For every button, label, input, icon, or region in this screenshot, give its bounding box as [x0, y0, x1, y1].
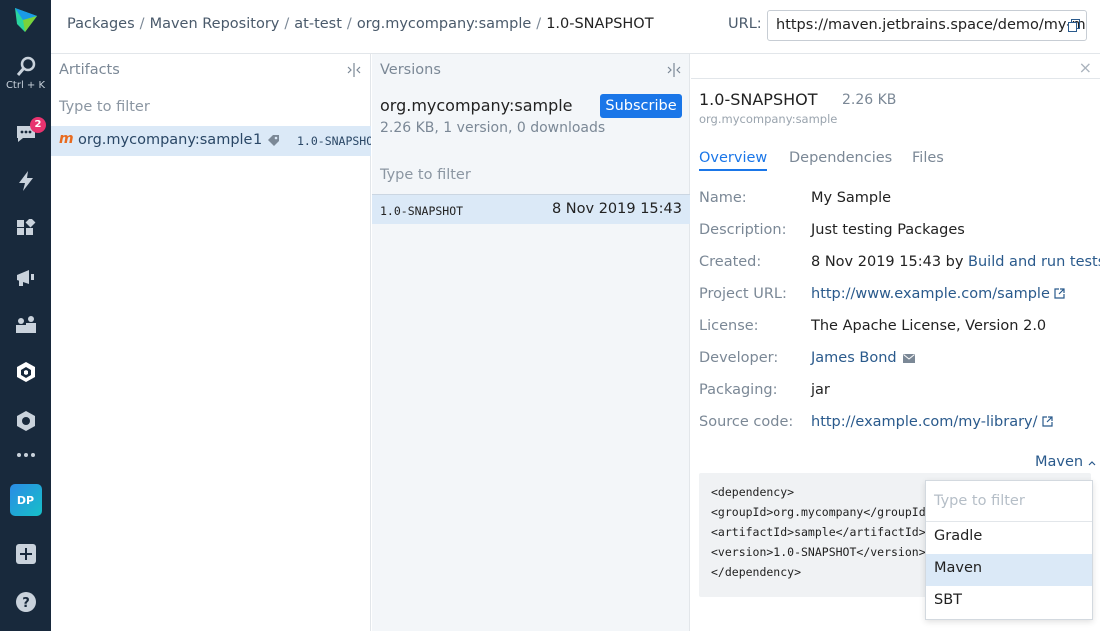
- add-icon[interactable]: [0, 543, 51, 565]
- breadcrumb-separator: /: [284, 16, 290, 32]
- top-bar: Packages / Maven Repository / at-test / org.my…: [51, 0, 1100, 54]
- lightning-icon[interactable]: [0, 170, 51, 192]
- breadcrumb-item[interactable]: org.mycompany:sample: [357, 16, 531, 32]
- settings-hex-icon[interactable]: [0, 410, 51, 432]
- close-icon[interactable]: ×: [1079, 58, 1092, 77]
- developer-link[interactable]: James Bond: [811, 350, 897, 366]
- packaging-value: jar: [811, 382, 830, 398]
- mail-icon[interactable]: [902, 351, 915, 367]
- help-icon[interactable]: ?: [0, 591, 51, 613]
- breadcrumb-separator: /: [536, 16, 542, 32]
- source-code-label: Source code:: [699, 414, 794, 430]
- developer-label: Developer:: [699, 350, 779, 366]
- collapse-panel-icon[interactable]: [344, 62, 364, 78]
- versions-filter-input[interactable]: Type to filter: [380, 167, 471, 183]
- breadcrumb-current: 1.0-SNAPSHOT: [546, 16, 654, 32]
- package-name: org.mycompany:sample: [380, 96, 573, 115]
- tab-overview[interactable]: Overview: [699, 150, 768, 171]
- breadcrumb-item[interactable]: at-test: [294, 16, 342, 32]
- versions-title: Versions: [380, 62, 441, 78]
- option-sbt[interactable]: SBT: [926, 586, 1092, 618]
- version-name: 1.0-SNAPSHOT: [380, 204, 464, 218]
- external-link-icon[interactable]: [1041, 415, 1053, 431]
- project-url-label: Project URL:: [699, 286, 787, 302]
- packages-icon[interactable]: [0, 361, 51, 383]
- description-label: Description:: [699, 222, 787, 238]
- created-value: 8 Nov 2019 15:43 by Build and run tests: [811, 254, 1100, 270]
- tab-files[interactable]: Files: [912, 150, 944, 166]
- svg-text:?: ?: [22, 596, 30, 611]
- artifacts-filter-input[interactable]: Type to filter: [59, 99, 150, 115]
- project-url-value: http://www.example.com/sample: [811, 286, 1065, 303]
- source-code-link[interactable]: http://example.com/my-library/: [811, 414, 1038, 430]
- dropdown-filter-input[interactable]: Type to filter: [926, 481, 1092, 522]
- apps-icon[interactable]: [0, 219, 51, 239]
- chat-badge: 2: [30, 117, 46, 133]
- created-date: 8 Nov 2019 15:43 by: [811, 254, 964, 270]
- left-rail: Ctrl + K 2 DP ?: [0, 0, 51, 631]
- description-value: Just testing Packages: [811, 222, 965, 238]
- build-tool-select[interactable]: Maven: [1035, 454, 1096, 470]
- divider: [691, 78, 1100, 79]
- version-row[interactable]: 1.0-SNAPSHOT 8 Nov 2019 15:43: [372, 194, 690, 224]
- breadcrumb: Packages / Maven Repository / at-test / org.my…: [67, 16, 654, 32]
- breadcrumb-separator: /: [139, 16, 145, 32]
- team-icon[interactable]: [0, 315, 51, 335]
- project-avatar[interactable]: DP: [0, 484, 51, 516]
- artifact-name: org.mycompany:sample: [78, 132, 253, 148]
- versions-panel: Versions org.mycompany:sample 2.26 KB, 1…: [372, 54, 690, 631]
- license-label: License:: [699, 318, 759, 334]
- details-size: 2.26 KB: [842, 92, 897, 108]
- artifact-version-count: 1: [253, 132, 263, 148]
- megaphone-icon[interactable]: [0, 268, 51, 288]
- artifact-row[interactable]: m org.mycompany:sample 1 1.0-SNAPSHOT: [51, 126, 371, 156]
- details-subtitle: org.mycompany:sample: [699, 112, 838, 126]
- breadcrumb-separator: /: [346, 16, 352, 32]
- copy-icon[interactable]: [1068, 19, 1080, 36]
- artifact-latest-version: 1.0-SNAPSHOT: [297, 134, 371, 148]
- tag-icon: [267, 134, 280, 151]
- version-date: 8 Nov 2019 15:43: [551, 201, 682, 217]
- details-title: 1.0-SNAPSHOT: [699, 90, 818, 109]
- subscribe-button[interactable]: Subscribe: [600, 94, 682, 118]
- project-avatar-label: DP: [9, 484, 42, 516]
- created-by-link[interactable]: Build and run tests: [968, 254, 1100, 270]
- license-value: The Apache License, Version 2.0: [811, 318, 1047, 334]
- search-shortcut: Ctrl + K: [5, 80, 46, 91]
- artifacts-panel: Artifacts Type to filter m org.mycompany…: [51, 54, 371, 631]
- artifacts-title: Artifacts: [59, 62, 120, 78]
- chat-icon[interactable]: 2: [0, 117, 51, 144]
- packaging-label: Packaging:: [699, 382, 778, 398]
- build-tool-dropdown: Type to filter Gradle Maven SBT: [925, 480, 1093, 620]
- logo-icon[interactable]: [0, 6, 51, 34]
- url-field[interactable]: https://maven.jetbrains.space/demo/my-ma…: [767, 10, 1087, 41]
- chevron-up-icon: [1088, 454, 1096, 470]
- maven-icon: m: [59, 131, 74, 147]
- option-maven[interactable]: Maven: [926, 554, 1092, 586]
- name-label: Name:: [699, 190, 747, 206]
- collapse-panel-icon[interactable]: [664, 62, 684, 78]
- build-tool-selected: Maven: [1035, 454, 1084, 470]
- tab-dependencies[interactable]: Dependencies: [789, 150, 892, 166]
- source-code-value: http://example.com/my-library/: [811, 414, 1053, 431]
- url-value: https://maven.jetbrains.space/demo/my-ma…: [776, 17, 1087, 33]
- name-value: My Sample: [811, 190, 892, 206]
- search-icon[interactable]: Ctrl + K: [0, 56, 51, 91]
- developer-value: James Bond: [811, 350, 915, 367]
- breadcrumb-item[interactable]: Packages: [67, 16, 135, 32]
- url-label: URL:: [728, 16, 762, 32]
- breadcrumb-item[interactable]: Maven Repository: [150, 16, 280, 32]
- project-url-link[interactable]: http://www.example.com/sample: [811, 286, 1050, 302]
- external-link-icon[interactable]: [1054, 287, 1065, 303]
- package-meta: 2.26 KB, 1 version, 0 downloads: [380, 120, 606, 136]
- more-icon[interactable]: [0, 452, 51, 458]
- option-gradle[interactable]: Gradle: [926, 522, 1092, 554]
- created-label: Created:: [699, 254, 762, 270]
